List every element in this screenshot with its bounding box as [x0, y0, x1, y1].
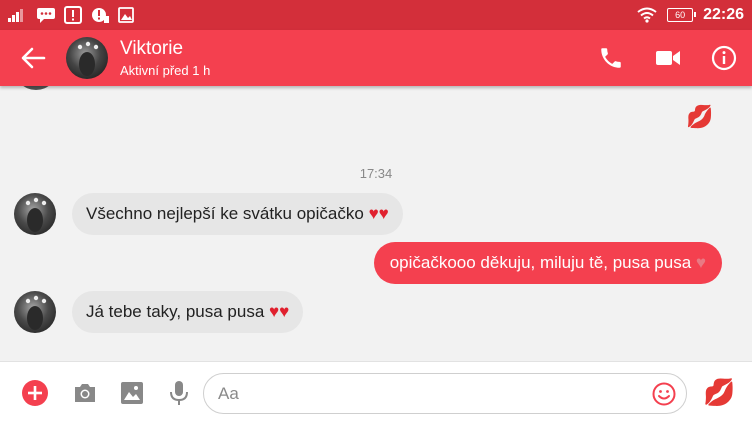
contact-name[interactable]: Viktorie: [120, 38, 183, 60]
plus-icon: [22, 380, 48, 406]
message-text: Já tebe taky, pusa pusa: [86, 302, 265, 321]
avatar[interactable]: [14, 193, 56, 235]
avatar: [14, 86, 58, 90]
emoji-button[interactable]: [652, 382, 676, 406]
message-bubble-outgoing[interactable]: opičačkooo děkuju, miluju tě, pusa pusa …: [373, 242, 722, 284]
message-bubble-incoming[interactable]: Já tebe taky, pusa pusa ♥♥: [72, 291, 304, 333]
heart-emoji: ♥: [695, 253, 706, 272]
more-actions-button[interactable]: [21, 379, 49, 407]
message-composer: 💋: [0, 361, 752, 423]
signal-icon: [8, 9, 23, 22]
voice-message-button[interactable]: [165, 379, 193, 407]
status-bar-left: [8, 5, 134, 25]
call-button[interactable]: [597, 44, 625, 72]
contact-avatar[interactable]: [66, 37, 108, 79]
kiss-reaction[interactable]: 💋: [686, 104, 713, 130]
avatar[interactable]: [14, 291, 56, 333]
chat-notification-icon: [37, 8, 55, 23]
chat-header: Viktorie Aktivní před 1 h: [0, 30, 752, 86]
battery-icon: 60: [667, 8, 697, 22]
alert-icon: [64, 6, 82, 24]
gallery-icon: [121, 382, 143, 404]
heart-emoji: ♥♥: [269, 302, 290, 321]
back-arrow-icon: [21, 47, 46, 69]
avatar-hearts-icon: [25, 295, 47, 330]
app-notification-icon: [92, 8, 109, 23]
info-button[interactable]: [710, 44, 738, 72]
video-camera-icon: [656, 51, 680, 65]
wifi-icon: [637, 7, 657, 23]
camera-button[interactable]: [71, 379, 99, 407]
message-text: opičačkooo děkuju, miluju tě, pusa pusa: [389, 253, 692, 272]
message-timestamp: 17:34: [359, 166, 393, 181]
message-text: Všechno nejlepší ke svátku opičačko: [86, 204, 364, 223]
message-list[interactable]: 💋 17:34 Všechno nejlepší ke svátku opiča…: [0, 86, 752, 361]
status-bar-right: 60 22:26: [637, 5, 744, 25]
camera-icon: [75, 384, 95, 402]
microphone-icon: [170, 381, 188, 405]
quick-reaction-button[interactable]: 💋: [703, 377, 735, 408]
status-bar: 60 22:26: [0, 0, 752, 30]
phone-icon: [601, 48, 621, 68]
avatar-hearts-icon: [25, 197, 47, 232]
video-call-button[interactable]: [654, 44, 682, 72]
image-notification-icon: [118, 7, 134, 23]
message-input[interactable]: [218, 383, 638, 405]
avatar-hearts-icon: [77, 41, 99, 76]
back-button[interactable]: [20, 46, 46, 70]
info-icon: [711, 45, 737, 71]
gallery-button[interactable]: [118, 379, 146, 407]
status-time: 22:26: [703, 6, 744, 23]
battery-level: 60: [675, 10, 686, 20]
contact-status: Aktivní před 1 h: [120, 63, 211, 78]
message-input-container[interactable]: [203, 373, 687, 414]
message-bubble-incoming[interactable]: Všechno nejlepší ke svátku opičačko ♥♥: [72, 193, 403, 235]
heart-emoji: ♥♥: [368, 204, 389, 223]
emoji-icon: [652, 382, 676, 406]
